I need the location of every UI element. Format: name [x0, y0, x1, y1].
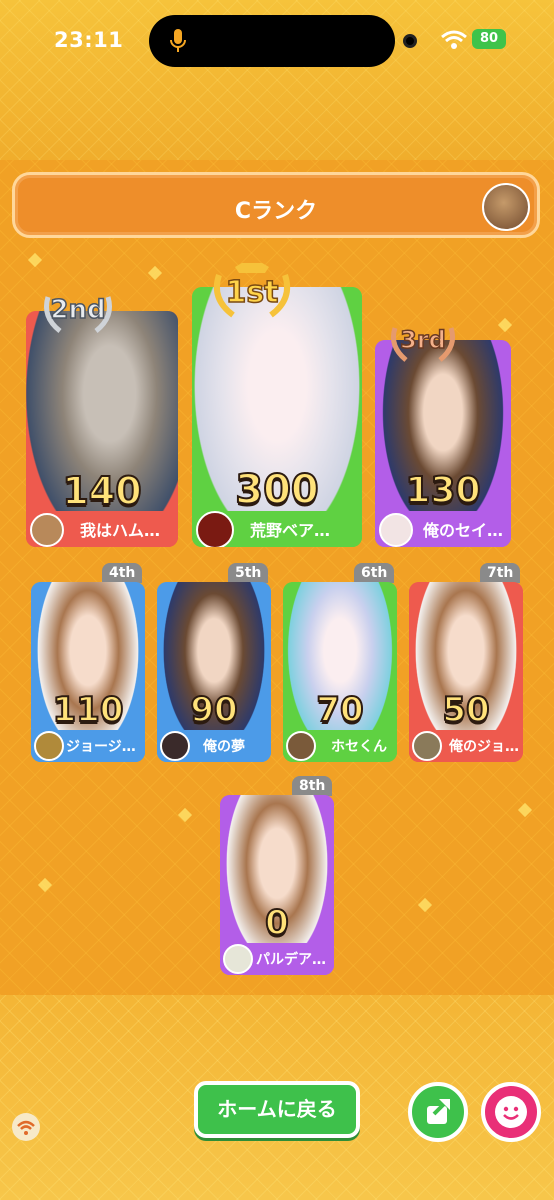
smile-icon [495, 1096, 527, 1128]
player-name: 俺のセイ… [423, 521, 504, 540]
ranking-card-6th[interactable]: 70 ホセくん [283, 582, 397, 762]
score: 0 [264, 902, 290, 944]
emote-button[interactable] [481, 1082, 541, 1142]
third-place-medal: 3rd [384, 318, 462, 364]
score: 110 [52, 689, 125, 731]
ranking-card-3rd[interactable]: 130 俺のセイ… [375, 340, 511, 547]
player-avatar [196, 511, 234, 547]
dynamic-island [149, 15, 395, 67]
wifi-icon [441, 30, 467, 49]
player-name: 我はハム… [80, 521, 161, 540]
microphone-icon [170, 29, 186, 52]
player-name: ホセくん [331, 739, 387, 755]
battery-indicator: 80 [472, 29, 506, 49]
ranking-card-7th[interactable]: 50 俺のジョ… [409, 582, 523, 762]
player-name: 俺のジョ… [449, 739, 519, 755]
player-avatar [286, 731, 316, 761]
home-button[interactable]: ホームに戻る [194, 1081, 360, 1138]
player-name: パルデア… [256, 952, 326, 968]
signal-icon [17, 1120, 35, 1135]
my-avatar[interactable] [482, 183, 530, 231]
player-name-bar: 荒野ベア… [192, 511, 362, 547]
score: 130 [404, 469, 481, 512]
place-label: 3rd [399, 325, 446, 355]
player-avatar [412, 731, 442, 761]
place-tab-8th: 8th [292, 776, 333, 796]
rank-header: Cランク [12, 172, 540, 238]
player-name: ジョージ… [66, 739, 136, 755]
player-avatar [223, 944, 253, 974]
place-tab-6th: 6th [354, 563, 395, 583]
ranking-card-4th[interactable]: 110 ジョージ… [31, 582, 145, 762]
player-name: 荒野ベア… [250, 521, 331, 540]
player-name-bar: 我はハム… [26, 511, 178, 547]
place-tab-4th: 4th [102, 563, 143, 583]
score: 50 [441, 689, 490, 731]
ranking-card-8th[interactable]: 0 パルデア… [220, 795, 334, 975]
player-name-bar: パルデア… [220, 943, 334, 975]
place-label: 2nd [50, 294, 107, 326]
player-avatar [34, 731, 64, 761]
first-place-medal: 1st [205, 263, 299, 319]
score: 70 [315, 689, 364, 731]
player-name-bar: 俺のセイ… [375, 511, 511, 547]
camera-indicator-icon [403, 34, 417, 48]
share-button[interactable] [408, 1082, 468, 1142]
ranking-card-5th[interactable]: 90 俺の夢 [157, 582, 271, 762]
player-name-bar: 俺の夢 [157, 730, 271, 762]
place-label: 1st [225, 274, 280, 311]
score: 140 [61, 468, 142, 514]
rank-title: Cランク [234, 199, 318, 224]
score: 300 [234, 466, 320, 514]
ranking-card-1st[interactable]: 300 荒野ベア… [192, 287, 362, 547]
player-avatar [379, 513, 413, 547]
player-name-bar: ジョージ… [31, 730, 145, 762]
ranking-card-2nd[interactable]: 140 我はハム… [26, 311, 178, 547]
player-name-bar: 俺のジョ… [409, 730, 523, 762]
second-place-medal: 2nd [36, 287, 120, 335]
player-avatar [160, 731, 190, 761]
connection-icon [12, 1113, 40, 1141]
player-name: 俺の夢 [203, 739, 245, 755]
place-tab-5th: 5th [228, 563, 269, 583]
status-time: 23:11 [54, 28, 124, 52]
player-name-bar: ホセくん [283, 730, 397, 762]
share-icon [427, 1099, 450, 1124]
place-tab-7th: 7th [480, 563, 521, 583]
score: 90 [189, 689, 238, 731]
player-avatar [30, 513, 64, 547]
